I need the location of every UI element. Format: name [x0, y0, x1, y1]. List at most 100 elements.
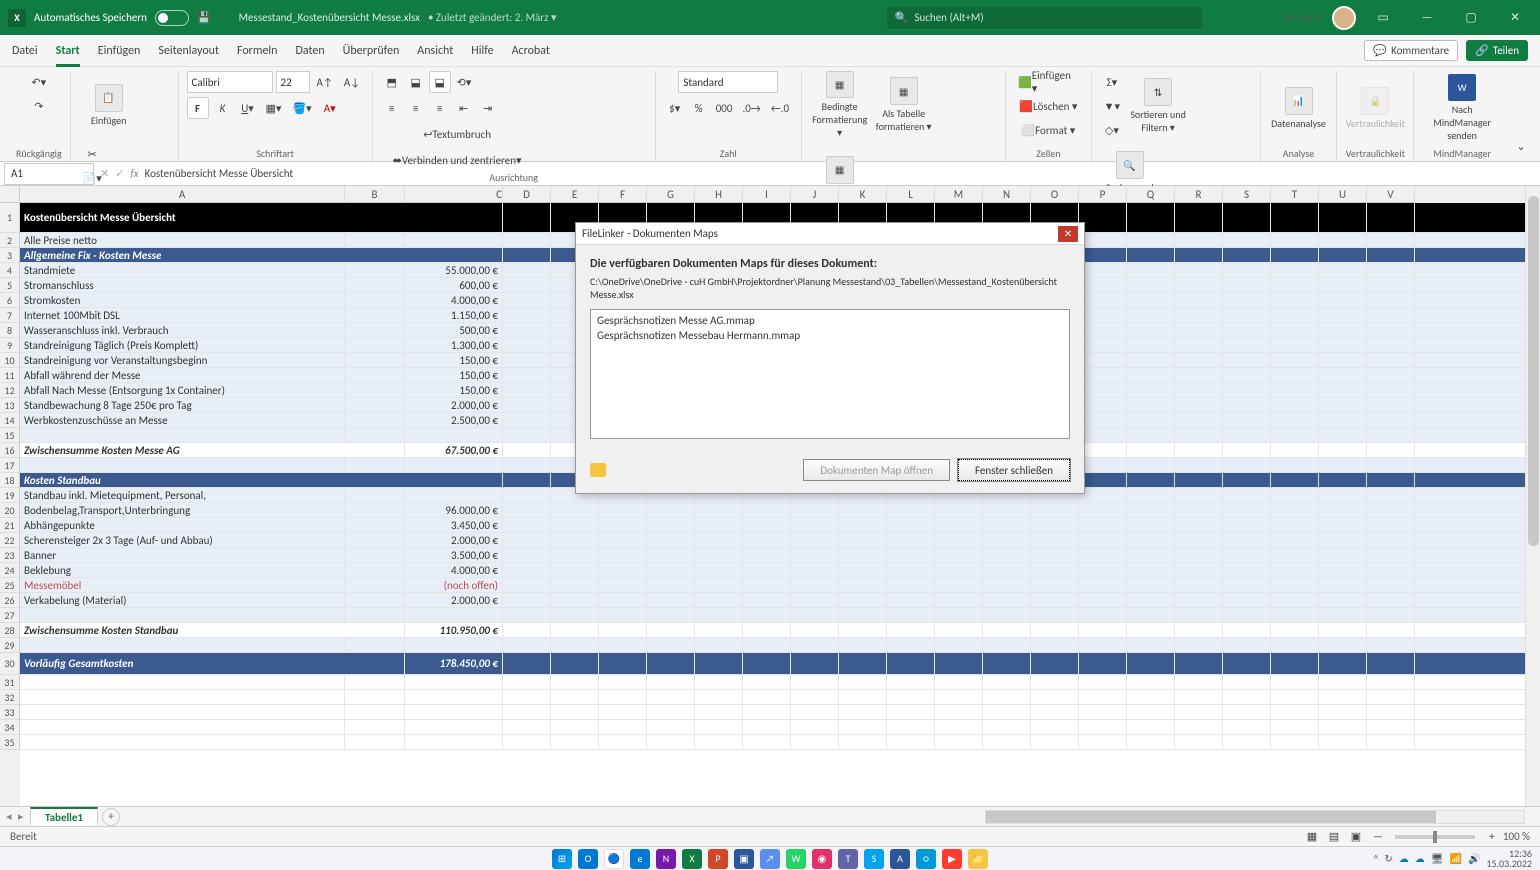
cell[interactable] [1079, 338, 1127, 352]
align-middle-button[interactable]: ⬓ [405, 71, 427, 93]
cell[interactable] [551, 735, 599, 749]
cell[interactable]: Internet 100Mbit DSL [20, 308, 345, 322]
cell[interactable] [1127, 638, 1175, 652]
chrome-icon[interactable]: 🔵 [604, 849, 624, 869]
row-headers[interactable]: 1234567891011121314151617181920212223242… [0, 203, 20, 806]
cell[interactable]: Vorläufig Gesamtkosten [20, 653, 405, 674]
cell[interactable] [345, 308, 405, 322]
table-row[interactable]: Vorläufig Gesamtkosten178.450,00 € [20, 653, 1525, 675]
cell[interactable] [1127, 593, 1175, 607]
cell[interactable] [503, 248, 551, 262]
tab-ansicht[interactable]: Ansicht [417, 35, 453, 67]
cell[interactable] [983, 653, 1031, 674]
cell[interactable] [1271, 428, 1319, 442]
cell[interactable] [345, 233, 405, 247]
col-V[interactable]: V [1367, 186, 1415, 203]
cell[interactable] [1319, 578, 1367, 592]
sensitivity-button[interactable]: 🔒Vertraulichkeit [1345, 74, 1405, 142]
cell[interactable] [935, 653, 983, 674]
cell[interactable] [1175, 563, 1223, 577]
conditional-format-button[interactable]: ▦Bedingte Formatierung ▾ [810, 71, 870, 139]
cell[interactable] [983, 503, 1031, 517]
undo-button[interactable]: ↶▾ [27, 71, 50, 93]
cell[interactable] [1367, 518, 1415, 532]
outlook-icon[interactable]: O [578, 849, 598, 869]
dec-decimal-button[interactable]: ←.0 [767, 97, 793, 119]
align-right-button[interactable]: ≡ [429, 97, 451, 119]
row-header[interactable]: 4 [0, 263, 20, 278]
row-header[interactable]: 1 [0, 203, 20, 233]
cell[interactable] [647, 563, 695, 577]
cell[interactable]: Standmiete [20, 263, 345, 277]
cell[interactable] [345, 353, 405, 367]
cell[interactable] [983, 533, 1031, 547]
cell[interactable] [599, 623, 647, 637]
view-layout-button[interactable]: ▤ [1323, 826, 1345, 848]
folder-icon[interactable] [590, 463, 606, 477]
cell[interactable] [1223, 203, 1271, 232]
tab-acrobat[interactable]: Acrobat [512, 35, 550, 67]
underline-button[interactable]: U▾ [237, 97, 259, 119]
cell[interactable] [345, 383, 405, 397]
cell[interactable] [1367, 383, 1415, 397]
cell[interactable] [743, 533, 791, 547]
cell[interactable] [1223, 735, 1271, 749]
cell[interactable] [503, 675, 551, 689]
cell[interactable] [1079, 623, 1127, 637]
cell[interactable] [1079, 308, 1127, 322]
table-row[interactable]: Abhängepunkte3.450,00 € [20, 518, 1525, 533]
mindmanager-button[interactable]: WNach MindManager senden [1422, 74, 1502, 142]
user-name[interactable]: Werner D [1283, 11, 1322, 24]
row-header[interactable]: 13 [0, 398, 20, 413]
cell[interactable] [647, 653, 695, 674]
cell[interactable] [1271, 443, 1319, 457]
cell[interactable] [503, 443, 551, 457]
cell[interactable] [1271, 278, 1319, 292]
cell[interactable] [20, 608, 345, 622]
table-row[interactable] [20, 638, 1525, 653]
cell[interactable]: Standbau inkl. Mietequipment, Personal, [20, 488, 345, 502]
cell[interactable]: Stromkosten [20, 293, 345, 307]
cell[interactable] [503, 690, 551, 704]
cell[interactable] [503, 653, 551, 674]
cell[interactable] [1079, 518, 1127, 532]
cell[interactable] [1175, 203, 1223, 232]
cell[interactable] [935, 735, 983, 749]
cell[interactable] [1127, 428, 1175, 442]
col-C[interactable]: C [405, 186, 503, 203]
cell[interactable] [503, 428, 551, 442]
explorer-icon[interactable]: 📁 [968, 849, 988, 869]
cell[interactable] [1031, 518, 1079, 532]
cell[interactable] [1367, 623, 1415, 637]
cell[interactable] [20, 675, 345, 689]
cell[interactable] [1031, 653, 1079, 674]
row-header[interactable]: 3 [0, 248, 20, 263]
cell[interactable] [1223, 518, 1271, 532]
cell[interactable]: 2.000,00 € [405, 593, 503, 607]
cell[interactable] [1271, 608, 1319, 622]
cell[interactable] [1319, 593, 1367, 607]
inc-decimal-button[interactable]: .0→ [738, 97, 764, 119]
cell[interactable] [887, 503, 935, 517]
column-headers[interactable]: A B C D E F G H I J K L M N O P Q R S T … [0, 186, 1525, 203]
cell[interactable] [405, 675, 503, 689]
comments-button[interactable]: 💬 Kommentare [1364, 40, 1458, 61]
cell[interactable] [1223, 638, 1271, 652]
cell[interactable] [1079, 578, 1127, 592]
cell[interactable] [1031, 623, 1079, 637]
cell[interactable] [1271, 533, 1319, 547]
cell[interactable] [743, 623, 791, 637]
cell[interactable] [1175, 293, 1223, 307]
cell[interactable] [1127, 518, 1175, 532]
cell[interactable] [1079, 248, 1127, 262]
cell[interactable] [1127, 398, 1175, 412]
cell[interactable]: Allgemeine Fix - Kosten Messe [20, 248, 503, 262]
cell[interactable]: 55.000,00 € [405, 263, 503, 277]
cell[interactable] [405, 705, 503, 719]
cell[interactable] [983, 563, 1031, 577]
cell[interactable] [1031, 608, 1079, 622]
cell[interactable]: Abfall Nach Messe (Entsorgung 1x Contain… [20, 383, 345, 397]
cell[interactable]: Banner [20, 548, 345, 562]
cell[interactable] [1367, 443, 1415, 457]
cell[interactable] [345, 488, 405, 502]
